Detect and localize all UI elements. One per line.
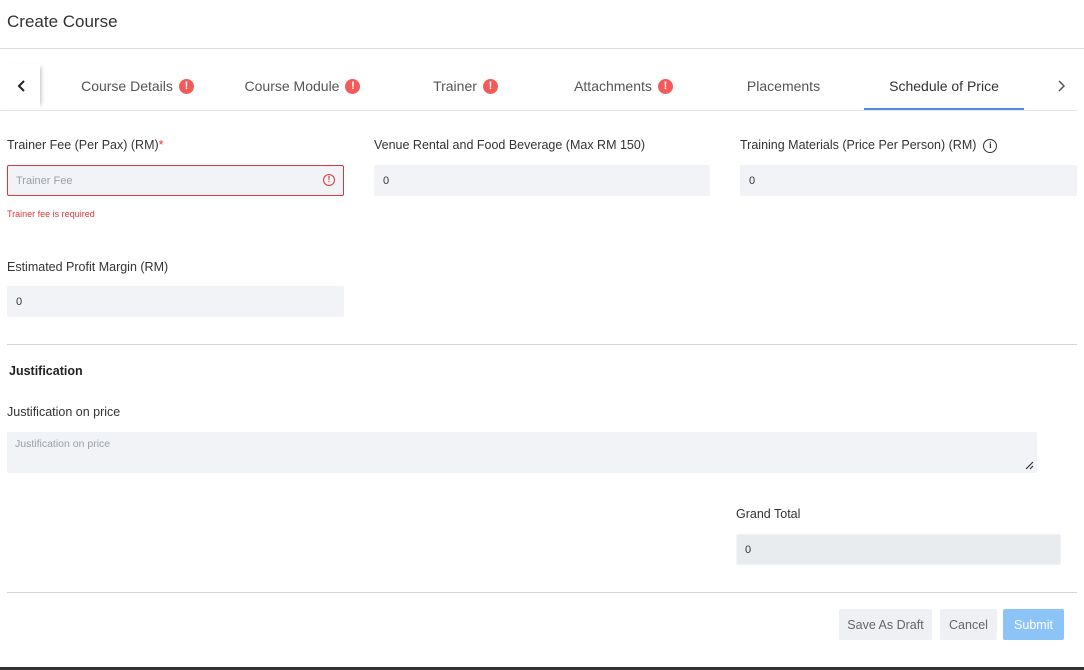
training-materials-label: Training Materials (Price Per Person) (R…	[740, 138, 998, 153]
tab-label: Placements	[746, 78, 821, 94]
exclamation-circle-icon: !	[482, 78, 498, 94]
tab-bar-divider	[0, 110, 1077, 111]
grand-total-label: Grand Total	[736, 507, 801, 521]
error-circle-icon: !	[323, 174, 335, 186]
venue-rental-value: 0	[383, 174, 390, 187]
tab-placements[interactable]: Placements	[706, 62, 861, 110]
justification-label: Justification on price	[7, 405, 121, 419]
page-title: Create Course	[7, 12, 118, 31]
profit-margin-input[interactable]: 0	[7, 286, 344, 317]
trainer-fee-error: Trainer fee is required	[7, 209, 95, 219]
tab-label: Course Module	[244, 78, 340, 94]
justification-placeholder: Justification on price	[15, 438, 111, 450]
tab-scroll-left-button[interactable]	[4, 64, 40, 108]
required-marker: *	[158, 138, 164, 152]
title-divider	[0, 48, 1084, 49]
tab-label: Course Details	[81, 78, 173, 94]
trainer-fee-input[interactable]: Trainer Fee !	[7, 165, 344, 196]
training-materials-input[interactable]: 0	[740, 165, 1077, 196]
venue-rental-input[interactable]: 0	[374, 165, 710, 196]
info-circle-icon[interactable]: i	[983, 138, 998, 153]
chevron-right-icon	[1058, 80, 1066, 92]
trainer-fee-label: Trainer Fee (Per Pax) (RM)*	[7, 138, 164, 152]
footer-divider	[7, 592, 1077, 593]
justification-heading: Justification	[9, 364, 83, 378]
grand-total-input: 0	[736, 534, 1061, 565]
tab-label: Schedule of Price	[889, 78, 999, 94]
tab-course-details[interactable]: Course Details !	[60, 62, 215, 110]
profit-margin-label: Estimated Profit Margin (RM)	[7, 260, 169, 274]
exclamation-circle-icon: !	[345, 78, 361, 94]
training-materials-value: 0	[749, 174, 756, 187]
tab-trainer[interactable]: Trainer !	[388, 62, 543, 110]
tab-bar: Course Details ! Course Module ! Trainer…	[0, 62, 1084, 110]
tab-schedule-of-price[interactable]: Schedule of Price	[866, 62, 1022, 110]
tab-attachments[interactable]: Attachments !	[546, 62, 701, 110]
tab-label: Attachments	[574, 78, 652, 94]
tab-label: Trainer	[433, 78, 477, 94]
chevron-left-icon	[17, 80, 25, 92]
save-as-draft-button[interactable]: Save As Draft	[839, 609, 932, 640]
grand-total-value: 0	[745, 543, 752, 556]
section-divider	[7, 344, 1077, 345]
tab-course-module[interactable]: Course Module !	[225, 62, 380, 110]
submit-button[interactable]: Submit	[1003, 609, 1064, 640]
profit-margin-value: 0	[16, 295, 23, 308]
exclamation-circle-icon: !	[657, 78, 673, 94]
resize-handle-icon[interactable]	[1024, 460, 1034, 470]
exclamation-circle-icon: !	[178, 78, 194, 94]
cancel-button[interactable]: Cancel	[940, 609, 997, 640]
trainer-fee-placeholder: Trainer Fee	[16, 174, 73, 187]
venue-rental-label: Venue Rental and Food Beverage (Max RM 1…	[374, 138, 645, 152]
justification-textarea[interactable]: Justification on price	[7, 432, 1037, 473]
tab-scroll-right-button[interactable]	[1043, 64, 1079, 108]
